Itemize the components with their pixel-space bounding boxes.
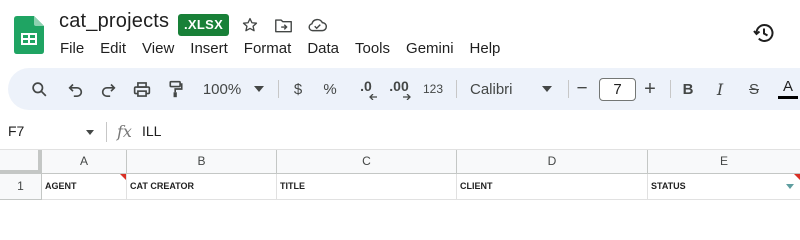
text-color-label: A (782, 78, 793, 95)
increase-font-size-button[interactable]: + (641, 76, 659, 102)
cloud-status-icon[interactable] (306, 14, 328, 36)
file-type-badge: .XLSX (178, 14, 230, 36)
chevron-down-icon[interactable] (86, 130, 94, 135)
document-title[interactable]: cat_projects (59, 10, 169, 33)
cell-b1[interactable]: CAT CREATOR (127, 174, 277, 200)
formula-bar: F7 fx ILL (0, 114, 800, 150)
column-header-a[interactable]: A (42, 150, 127, 174)
spreadsheet-grid: A B C D E 1 AGENT CAT CREATOR TITLE CLIE… (0, 150, 800, 201)
toolbar-divider (568, 80, 569, 98)
search-icon[interactable] (28, 76, 50, 102)
bold-button[interactable]: B (680, 76, 696, 102)
chevron-down-icon[interactable] (540, 76, 554, 102)
decrease-decimal-button[interactable]: .0 (353, 76, 379, 102)
menu-insert[interactable]: Insert (182, 38, 236, 59)
toolbar-divider (670, 80, 671, 98)
undo-icon[interactable] (64, 76, 86, 102)
paint-format-icon[interactable] (165, 76, 187, 102)
toolbar-divider (456, 80, 457, 98)
menu-data[interactable]: Data (299, 38, 347, 59)
menu-format[interactable]: Format (236, 38, 300, 59)
cell-c1[interactable]: TITLE (277, 174, 457, 200)
zoom-select[interactable]: 100% (200, 76, 244, 102)
more-formats-button[interactable]: 123 (421, 76, 445, 102)
google-sheets-logo[interactable] (14, 16, 44, 54)
cell-text: CLIENT (460, 181, 493, 191)
menu-file[interactable]: File (60, 38, 92, 59)
note-marker (120, 174, 126, 180)
toolbar: 100% $ % .0 .00 123 Calibri − 7 + B I S … (8, 68, 800, 110)
text-color-button[interactable]: A (778, 76, 798, 102)
currency-format-button[interactable]: $ (290, 76, 306, 102)
dropdown-chip-icon[interactable] (786, 184, 794, 189)
arrow-left-icon (369, 94, 377, 100)
redo-icon[interactable] (97, 76, 119, 102)
menu-tools[interactable]: Tools (347, 38, 398, 59)
decrease-decimal-label: .0 (360, 78, 372, 94)
font-size-input[interactable]: 7 (599, 78, 636, 101)
formula-bar-divider (106, 122, 107, 142)
column-header-c[interactable]: C (277, 150, 457, 174)
toolbar-divider (278, 80, 279, 98)
chevron-down-icon[interactable] (252, 76, 266, 102)
menu-bar: File Edit View Insert Format Data Tools … (60, 38, 508, 59)
cell-text: AGENT (45, 181, 77, 191)
column-header-b[interactable]: B (127, 150, 277, 174)
row-header-1[interactable]: 1 (0, 174, 42, 200)
star-icon[interactable] (239, 14, 261, 36)
italic-button[interactable]: I (712, 76, 728, 102)
move-to-folder-icon[interactable] (272, 14, 294, 36)
title-bar: cat_projects .XLSX File Edit View Insert… (0, 0, 800, 66)
function-icon: fx (117, 122, 132, 141)
menu-help[interactable]: Help (462, 38, 509, 59)
font-family-select[interactable]: Calibri (470, 76, 526, 102)
cell-text: TITLE (280, 181, 305, 191)
column-header-d[interactable]: D (457, 150, 648, 174)
cell-d1[interactable]: CLIENT (457, 174, 648, 200)
menu-view[interactable]: View (134, 38, 182, 59)
name-box[interactable]: F7 (8, 123, 24, 139)
cell-text: STATUS (651, 181, 686, 191)
cell-e1[interactable]: STATUS (648, 174, 800, 200)
cell-a1[interactable]: AGENT (42, 174, 127, 200)
decrease-font-size-button[interactable]: − (573, 76, 591, 102)
version-history-icon[interactable] (750, 19, 778, 47)
increase-decimal-button[interactable]: .00 (385, 76, 413, 102)
menu-gemini[interactable]: Gemini (398, 38, 462, 59)
formula-input[interactable]: ILL (142, 123, 161, 139)
increase-decimal-label: .00 (389, 78, 409, 94)
arrow-right-icon (403, 94, 411, 100)
strikethrough-button[interactable]: S (745, 76, 763, 102)
cell-text: CAT CREATOR (130, 181, 194, 191)
select-all-corner[interactable] (0, 150, 42, 174)
note-marker (794, 174, 800, 180)
percent-format-button[interactable]: % (322, 76, 338, 102)
menu-edit[interactable]: Edit (92, 38, 134, 59)
text-color-swatch (778, 96, 798, 99)
print-icon[interactable] (131, 76, 153, 102)
column-header-e[interactable]: E (648, 150, 800, 174)
